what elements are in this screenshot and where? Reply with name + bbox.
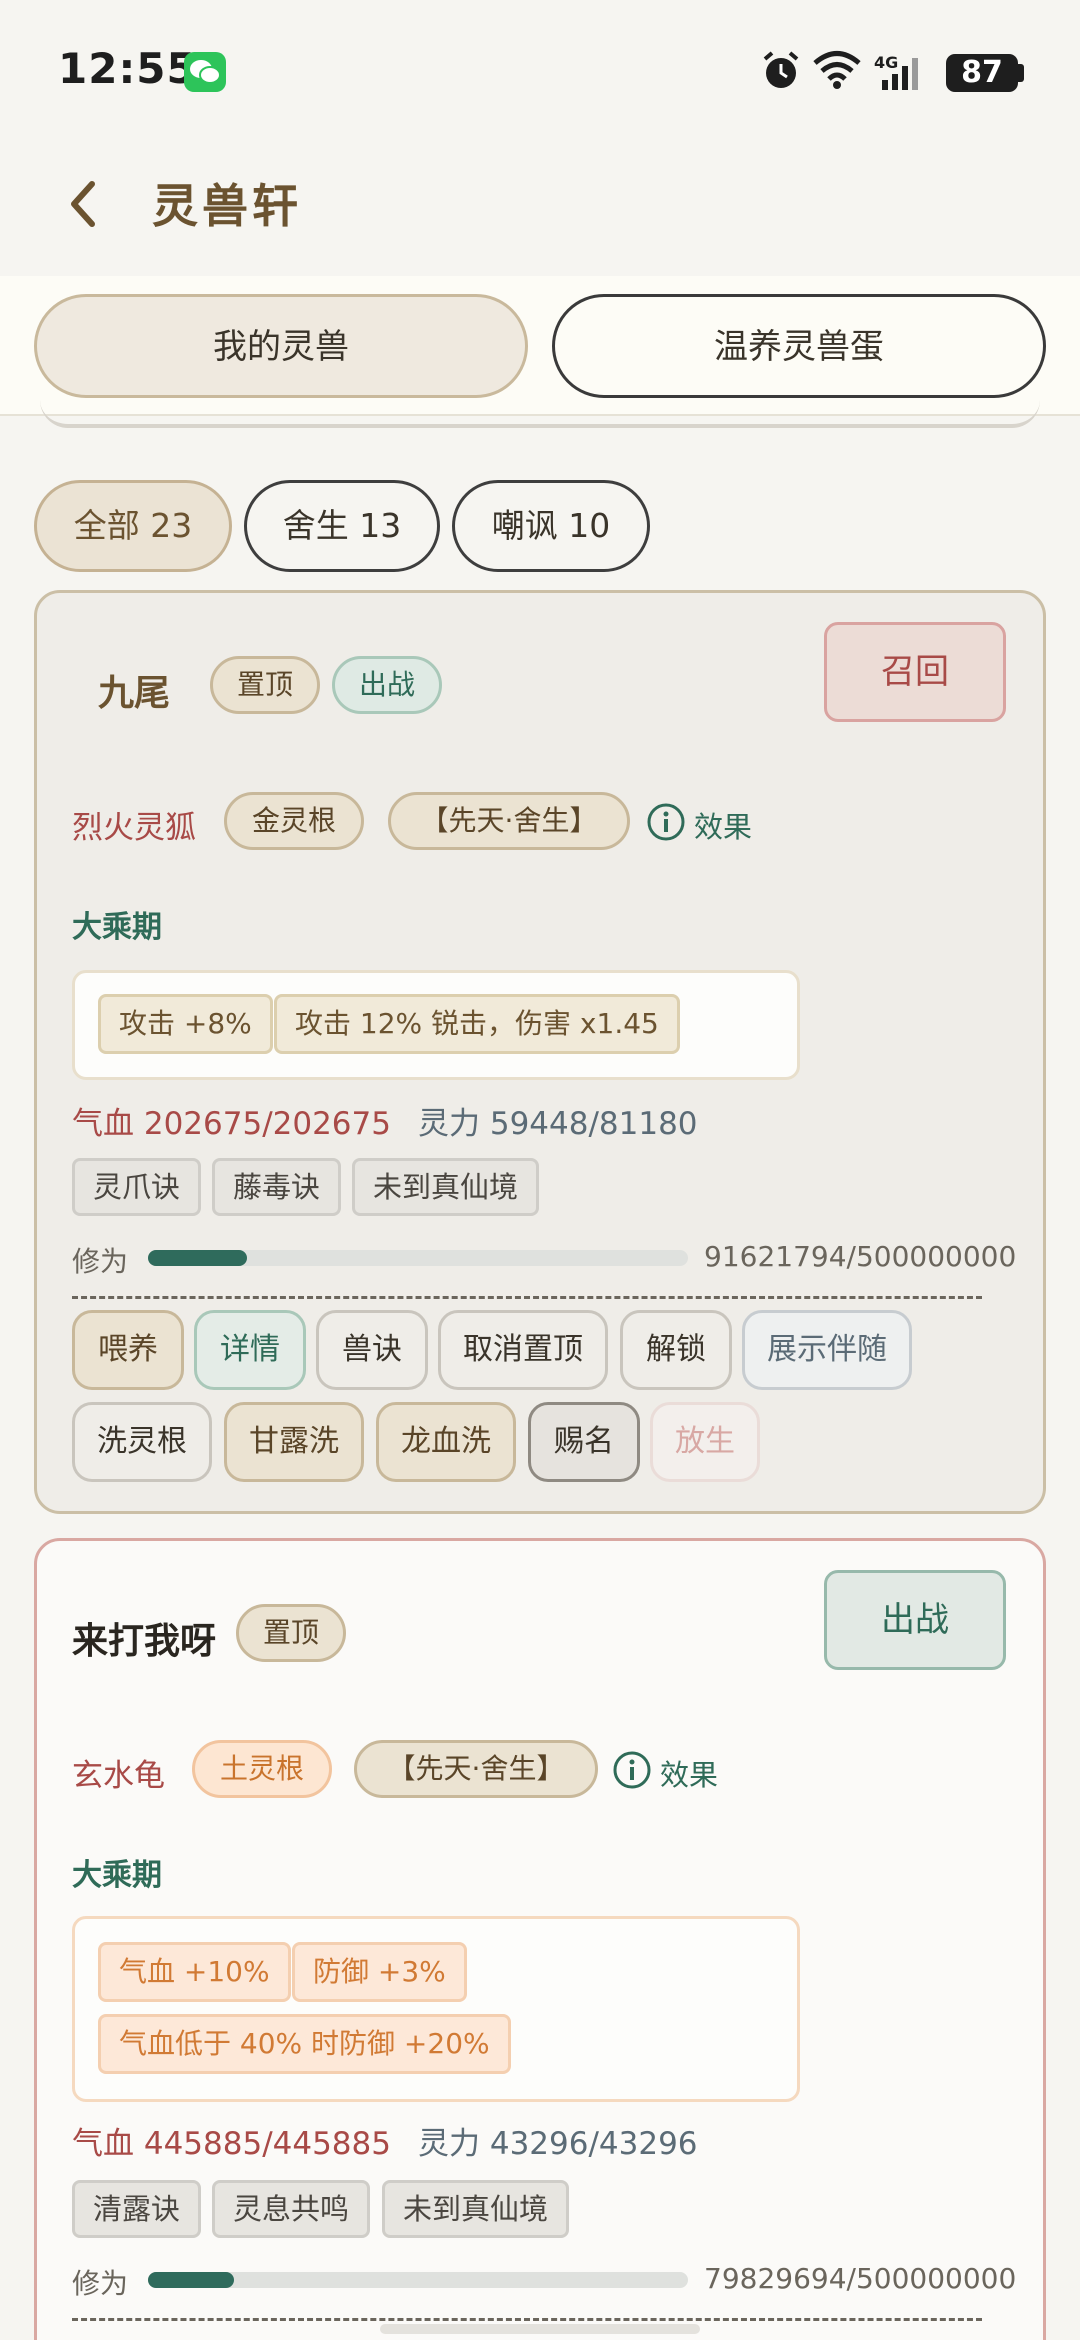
home-indicator[interactable] — [380, 2324, 700, 2334]
skill-tag: 清露诀 — [72, 2180, 202, 2238]
release-button[interactable]: 放生 — [650, 1402, 760, 1482]
skill-tag: 灵息共鸣 — [212, 2180, 371, 2238]
hp-stat: 气血 202675/202675 — [72, 1106, 391, 1142]
pinned-tag: 置顶 — [236, 1604, 346, 1662]
info-icon[interactable] — [612, 1750, 652, 1794]
filter-chip-sacrifice[interactable]: 舍生 13 — [244, 480, 440, 572]
battle-button[interactable]: 出战 — [824, 1570, 1006, 1670]
filter-chip-all[interactable]: 全部 23 — [34, 480, 232, 572]
cultivation-value: 79829694/500000000 — [704, 2262, 1017, 2295]
details-button[interactable]: 详情 — [194, 1310, 306, 1390]
beast-skill-button[interactable]: 兽诀 — [316, 1310, 428, 1390]
wechat-icon — [184, 52, 226, 92]
buff-tag: 攻击 12% 锐击，伤害 x1.45 — [274, 994, 680, 1054]
nectar-wash-button[interactable]: 甘露洗 — [224, 1402, 364, 1482]
tab-my-pets[interactable]: 我的灵兽 — [34, 294, 528, 398]
buff-tag: 气血低于 40% 时防御 +20% — [98, 2014, 511, 2074]
cultivation-progress-fill — [148, 2272, 235, 2288]
back-arrow-icon[interactable] — [62, 174, 106, 238]
scroll-edge — [40, 400, 1040, 428]
realm-label: 大乘期 — [72, 1858, 162, 1893]
feed-button[interactable]: 喂养 — [72, 1310, 184, 1390]
wash-root-button[interactable]: 洗灵根 — [72, 1402, 212, 1482]
mp-stat: 灵力 59448/81180 — [418, 1106, 698, 1142]
cultivation-label: 修为 — [72, 1245, 129, 1278]
skill-tag: 未到真仙境 — [382, 2180, 570, 2238]
skill-tag: 未到真仙境 — [352, 1158, 540, 1216]
effect-link[interactable]: 效果 — [660, 1752, 718, 1794]
hp-stat: 气血 445885/445885 — [72, 2126, 391, 2162]
skill-tag: 灵爪诀 — [72, 1158, 202, 1216]
effect-link[interactable]: 效果 — [694, 804, 752, 846]
spirit-root-tag: 金灵根 — [224, 792, 364, 850]
pet-name: 九尾 — [98, 673, 171, 714]
battle-tag: 出战 — [332, 656, 442, 714]
buff-tag: 防御 +3% — [292, 1942, 467, 2002]
dragon-blood-wash-button[interactable]: 龙血洗 — [376, 1402, 516, 1482]
pet-species: 烈火灵狐 — [72, 810, 196, 846]
alarm-icon — [760, 50, 802, 96]
skill-tag: 藤毒诀 — [212, 1158, 342, 1216]
innate-trait-tag: 【先天·舍生】 — [388, 792, 630, 850]
tab-nurture-eggs[interactable]: 温养灵兽蛋 — [552, 294, 1046, 398]
divider — [72, 2318, 982, 2321]
buff-tag: 气血 +10% — [98, 1942, 291, 2002]
recall-button[interactable]: 召回 — [824, 622, 1006, 722]
pet-name: 来打我呀 — [72, 1621, 217, 1662]
mp-stat: 灵力 43296/43296 — [418, 2126, 698, 2162]
unpin-button[interactable]: 取消置顶 — [438, 1310, 608, 1390]
buff-tag: 攻击 +8% — [98, 994, 273, 1054]
cultivation-label: 修为 — [72, 2267, 129, 2300]
filter-chip-taunt[interactable]: 嘲讽 10 — [452, 480, 650, 572]
divider — [72, 1296, 982, 1299]
battery-level: 87 — [946, 54, 1018, 92]
cultivation-progress-fill — [148, 1250, 247, 1266]
realm-label: 大乘期 — [72, 910, 162, 945]
wifi-icon — [812, 50, 862, 94]
pet-species: 玄水龟 — [72, 1758, 165, 1794]
rename-button[interactable]: 赐名 — [528, 1402, 640, 1482]
unlock-button[interactable]: 解锁 — [620, 1310, 732, 1390]
page-title: 灵兽轩 — [152, 179, 302, 233]
status-time: 12:55 — [58, 44, 197, 93]
info-icon[interactable] — [646, 802, 686, 846]
cultivation-progress-bar — [148, 2272, 688, 2288]
battery-cap — [1018, 64, 1024, 82]
spirit-root-tag: 土灵根 — [192, 1740, 332, 1798]
innate-trait-tag: 【先天·舍生】 — [354, 1740, 598, 1798]
cultivation-progress-bar — [148, 1250, 688, 1266]
cultivation-value: 91621794/500000000 — [704, 1240, 1017, 1273]
show-companion-button[interactable]: 展示伴随 — [742, 1310, 912, 1390]
network-type: 4G — [874, 53, 898, 72]
signal-icon: 4G — [872, 52, 938, 96]
pinned-tag: 置顶 — [210, 656, 320, 714]
